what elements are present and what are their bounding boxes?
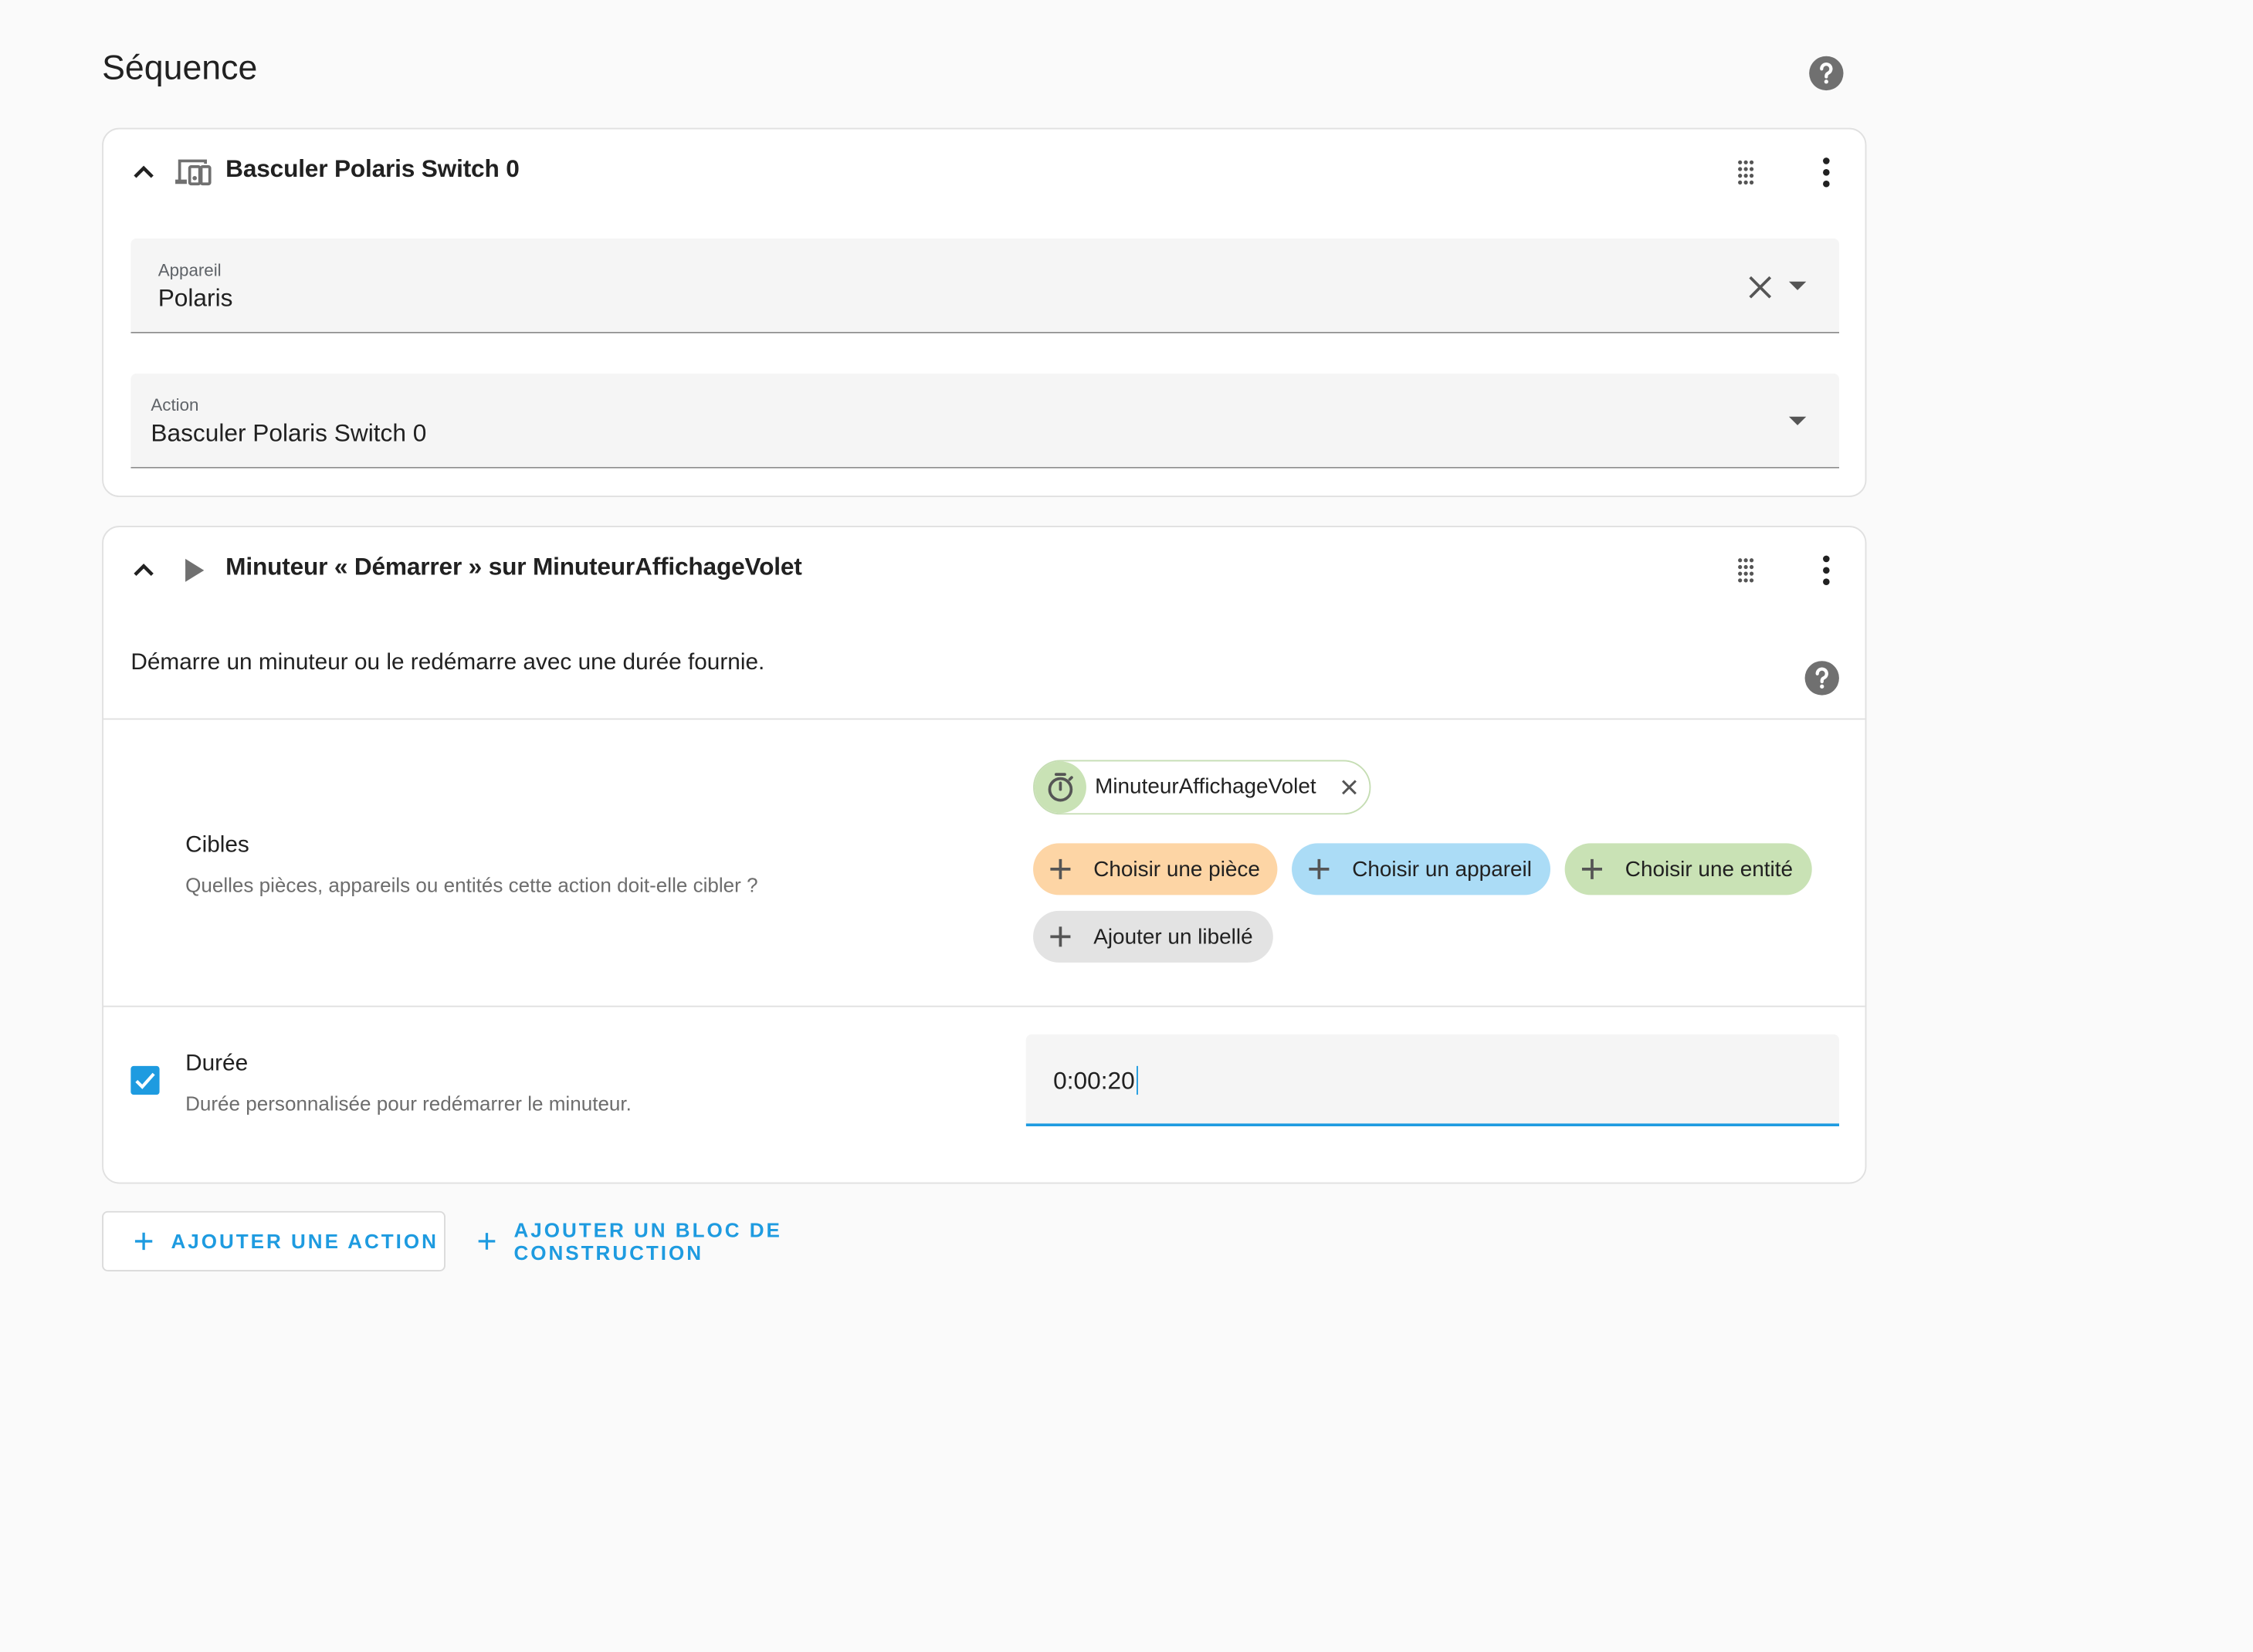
choose-room-label: Choisir une pièce [1093, 857, 1260, 882]
divider [103, 1005, 1865, 1007]
choose-entity-button[interactable]: Choisir une entité [1564, 843, 1812, 895]
add-label-label: Ajouter un libellé [1093, 924, 1253, 950]
add-action-button[interactable]: Ajouter une action [102, 1210, 446, 1271]
duration-value-text: 0:00:20 [1053, 1067, 1135, 1095]
targets-title: Cibles [185, 833, 249, 858]
action-card-device: Basculer Polaris Switch 0 Appareil Polar… [102, 127, 1867, 497]
remove-target-icon[interactable] [1339, 777, 1359, 797]
choose-entity-label: Choisir une entité [1625, 857, 1794, 882]
more-vertical-icon[interactable] [1809, 154, 1844, 191]
device-select[interactable]: Appareil Polaris [130, 238, 1840, 333]
duration-input-value: 0:00:20 [1053, 1065, 1138, 1096]
action-card-timer: Minuteur « Démarrer » sur MinuteurAffich… [102, 526, 1867, 1184]
action-select[interactable]: Action Basculer Polaris Switch 0 [130, 373, 1840, 469]
devices-icon [175, 159, 212, 186]
choose-room-button[interactable]: Choisir une pièce [1033, 843, 1278, 895]
dropdown-arrow-icon[interactable] [1784, 411, 1810, 431]
duration-title: Durée [185, 1051, 249, 1076]
dropdown-arrow-icon[interactable] [1784, 276, 1810, 296]
choose-device-label: Choisir un appareil [1352, 857, 1532, 882]
divider [103, 718, 1865, 720]
help-circle-icon[interactable] [1807, 55, 1845, 92]
duration-input[interactable]: 0:00:20 [1025, 1034, 1840, 1127]
drag-handle-icon[interactable] [1729, 553, 1763, 587]
more-vertical-icon[interactable] [1809, 552, 1844, 589]
chevron-up-icon[interactable] [127, 553, 161, 587]
plus-icon [134, 1232, 153, 1251]
device-select-label: Appareil [158, 259, 222, 280]
action-description: Démarre un minuteur ou le redémarre avec… [130, 651, 765, 675]
check-icon [135, 1072, 155, 1089]
target-entity-chip[interactable]: MinuteurAffichageVolet [1033, 760, 1371, 815]
action-card-header[interactable]: Minuteur « Démarrer » sur MinuteurAffich… [103, 527, 1865, 614]
plus-icon [1309, 858, 1330, 879]
plus-icon [1050, 926, 1071, 947]
page: Séquence Basculer Polaris Switch 0 Appar… [0, 0, 2253, 1652]
clear-icon[interactable] [1746, 273, 1774, 302]
page-title: Séquence [102, 49, 258, 88]
timer-icon [1034, 761, 1086, 814]
plus-icon [1581, 858, 1603, 879]
plus-icon [1050, 858, 1071, 879]
targets-subtitle: Quelles pièces, appareils ou entités cet… [185, 873, 758, 897]
duration-subtitle: Durée personnalisée pour redémarrer le m… [185, 1092, 632, 1115]
add-building-block-label: Ajouter un bloc de construction [513, 1218, 782, 1264]
choose-device-button[interactable]: Choisir un appareil [1292, 843, 1551, 895]
play-icon [185, 558, 205, 582]
text-caret [1136, 1065, 1138, 1095]
device-select-value: Polaris [158, 284, 233, 312]
sequence-editor: Séquence Basculer Polaris Switch 0 Appar… [0, 0, 2253, 1652]
plus-icon [478, 1233, 496, 1250]
add-building-block-button[interactable]: Ajouter un bloc de construction [477, 1211, 966, 1271]
add-action-label: Ajouter une action [171, 1230, 439, 1253]
action-title: Basculer Polaris Switch 0 [225, 154, 520, 183]
action-select-label: Action [151, 394, 199, 415]
duration-checkbox[interactable] [130, 1065, 160, 1095]
action-title: Minuteur « Démarrer » sur MinuteurAffich… [225, 553, 802, 581]
target-entity-label: MinuteurAffichageVolet [1095, 774, 1316, 799]
action-select-value: Basculer Polaris Switch 0 [151, 419, 427, 447]
help-circle-icon[interactable] [1804, 659, 1841, 696]
drag-handle-icon[interactable] [1729, 155, 1763, 190]
chevron-up-icon[interactable] [127, 155, 161, 190]
action-card-header[interactable]: Basculer Polaris Switch 0 [103, 129, 1865, 215]
add-label-button[interactable]: Ajouter un libellé [1033, 910, 1273, 963]
